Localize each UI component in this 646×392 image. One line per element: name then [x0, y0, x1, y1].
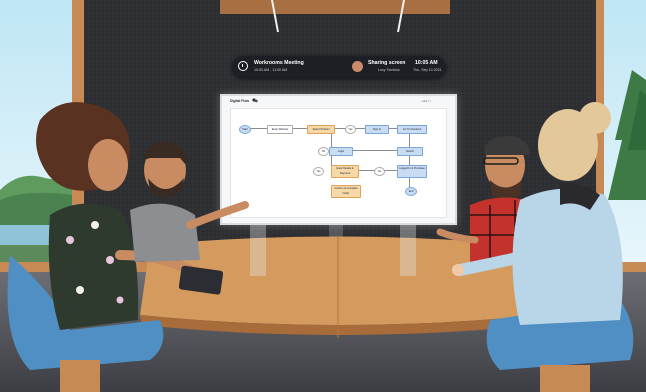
- avatar-man-grey-shirt: [130, 141, 249, 262]
- avatar-woman-floral: [36, 102, 224, 330]
- vr-meeting-room: Workrooms Meeting 10:00 AM - 11:00 AM Sh…: [0, 0, 646, 392]
- avatars-layer: [7, 102, 634, 392]
